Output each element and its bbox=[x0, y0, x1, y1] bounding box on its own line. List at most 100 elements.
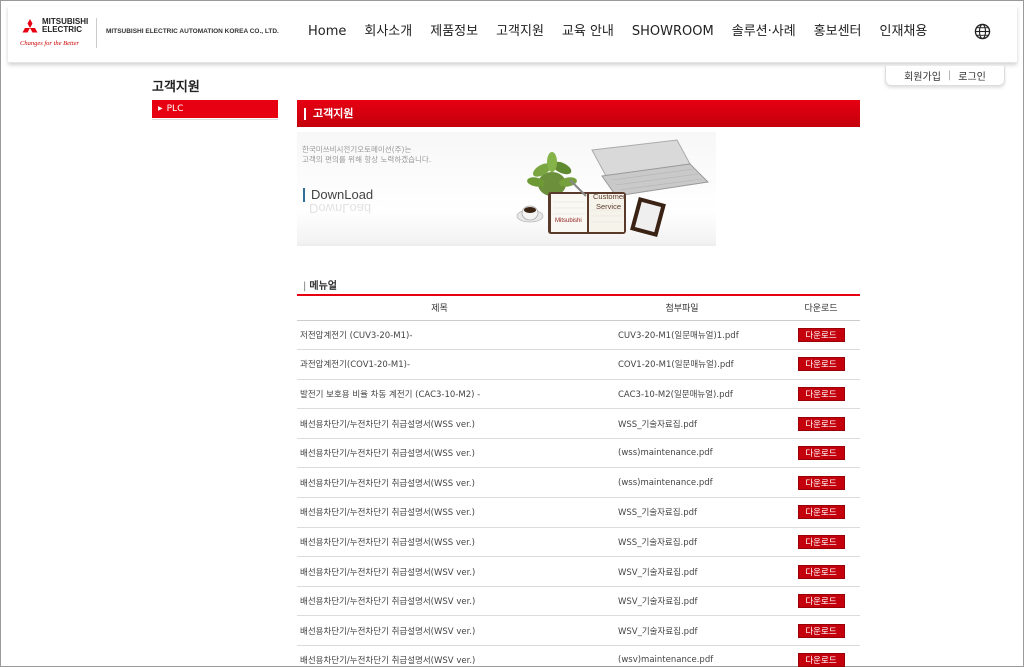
nav-products[interactable]: 제품정보 bbox=[430, 22, 478, 42]
row-file[interactable]: WSS_기술자료집.pdf bbox=[582, 527, 782, 558]
nav-solutions[interactable]: 솔루션·사례 bbox=[732, 22, 796, 42]
table-row: 배선용차단기/누전차단기 취급설명서(WSS ver.) WSS_기술자료집.pd… bbox=[297, 408, 860, 439]
download-cell: 다운로드 bbox=[782, 615, 860, 647]
download-button[interactable]: 다운로드 bbox=[797, 357, 845, 372]
download-cell: 다운로드 bbox=[782, 467, 860, 499]
banner-line-1: 한국미쓰비시전기오토메이션(주)는 bbox=[302, 145, 412, 154]
site-header: MITSUBISHI ELECTRIC Changes for the Bett… bbox=[8, 6, 1017, 63]
main-navigation: Home 회사소개 제품정보 고객지원 교육 안내 SHOWROOM 솔루션·사… bbox=[308, 22, 945, 42]
download-cell: 다운로드 bbox=[782, 586, 860, 617]
nav-careers[interactable]: 인재채용 bbox=[880, 22, 928, 42]
login-link[interactable]: 로그인 bbox=[958, 68, 986, 83]
row-title[interactable]: 배선용차단기/누전차단기 취급설명서(WSS ver.) bbox=[297, 527, 582, 558]
sidebar-item-label: PLC bbox=[166, 104, 184, 114]
download-cell: 다운로드 bbox=[782, 320, 860, 351]
download-button[interactable]: 다운로드 bbox=[797, 653, 845, 667]
table-row: 배선용차단기/누전차단기 취급설명서(WSV ver.) (wsv)mainten… bbox=[297, 645, 860, 667]
table-row: 배선용차단기/누전차단기 취급설명서(WSS ver.) WSS_기술자료집.pd… bbox=[297, 527, 860, 558]
download-button[interactable]: 다운로드 bbox=[797, 446, 845, 461]
section-title: 고객지원 bbox=[297, 100, 860, 127]
logo-text: MITSUBISHI ELECTRIC bbox=[42, 17, 89, 34]
nav-company[interactable]: 회사소개 bbox=[364, 22, 412, 42]
member-links: 회원가입 | 로그인 bbox=[885, 66, 1005, 86]
table-header-row: 제목 첨부파일 다운로드 bbox=[297, 295, 860, 321]
table-row: 과전압계전기(COV1-20-M1)- COV1-20-M1(일문매뉴얼).pdf… bbox=[297, 349, 860, 380]
company-name: MITSUBISHI ELECTRIC AUTOMATION KOREA CO.… bbox=[106, 28, 279, 35]
row-title[interactable]: 배선용차단기/누전차단기 취급설명서(WSS ver.) bbox=[297, 497, 582, 528]
card-line-1: Customer bbox=[593, 192, 626, 201]
banner-line-2: 고객의 편의를 위해 항상 노력하겠습니다. bbox=[302, 155, 432, 164]
row-title[interactable]: 저전압계전기 (CUV3-20-M1)- bbox=[297, 320, 582, 351]
title-pipe: | bbox=[303, 281, 307, 292]
logo-tagline: Changes for the Better bbox=[20, 40, 80, 47]
row-file[interactable]: WSS_기술자료집.pdf bbox=[582, 497, 782, 528]
table-row: 배선용차단기/누전차단기 취급설명서(WSS ver.) WSS_기술자료집.pd… bbox=[297, 497, 860, 528]
download-button[interactable]: 다운로드 bbox=[797, 327, 845, 342]
column-file: 첨부파일 bbox=[582, 295, 782, 321]
column-title: 제목 bbox=[297, 295, 582, 321]
table-row: 배선용차단기/누전차단기 취급설명서(WSV ver.) WSV_기술자료집.pd… bbox=[297, 586, 860, 617]
globe-icon[interactable] bbox=[974, 23, 991, 40]
row-file[interactable]: CAC3-10-M2(일문매뉴얼).pdf bbox=[582, 379, 782, 410]
nav-support[interactable]: 고객지원 bbox=[496, 22, 544, 42]
download-cell: 다운로드 bbox=[782, 408, 860, 439]
sidebar-divider bbox=[152, 119, 278, 120]
nav-training[interactable]: 교육 안내 bbox=[562, 22, 614, 42]
row-file[interactable]: (wss)maintenance.pdf bbox=[582, 438, 782, 469]
table-row: 발전기 보호용 비율 차동 계전기 (CAC3-10-M2) - CAC3-10-… bbox=[297, 379, 860, 410]
download-cell: 다운로드 bbox=[782, 556, 860, 587]
row-title[interactable]: 배선용차단기/누전차단기 취급설명서(WSV ver.) bbox=[297, 556, 582, 587]
join-link[interactable]: 회원가입 bbox=[904, 68, 941, 83]
card-brand: Mitsubishi bbox=[555, 218, 582, 224]
logo-wordmark: MITSUBISHI ELECTRIC bbox=[42, 18, 100, 34]
download-cell: 다운로드 bbox=[782, 438, 860, 469]
download-button[interactable]: 다운로드 bbox=[797, 416, 845, 431]
download-heading: DownLoad bbox=[303, 188, 373, 202]
row-title[interactable]: 배선용차단기/누전차단기 취급설명서(WSV ver.) bbox=[297, 586, 582, 617]
row-title[interactable]: 발전기 보호용 비율 차동 계전기 (CAC3-10-M2) - bbox=[297, 379, 582, 410]
row-file[interactable]: CUV3-20-M1(일문매뉴얼)1.pdf bbox=[582, 320, 782, 351]
list-title-text: 메뉴얼 bbox=[309, 281, 337, 292]
customer-service-illustration: Mitsubishi Customer Service bbox=[516, 139, 710, 238]
row-title[interactable]: 배선용차단기/누전차단기 취급설명서(WSV ver.) bbox=[297, 645, 582, 667]
row-file[interactable]: WSV_기술자료집.pdf bbox=[582, 586, 782, 617]
row-file[interactable]: WSV_기술자료집.pdf bbox=[582, 556, 782, 587]
table-row: 배선용차단기/누전차단기 취급설명서(WSV ver.) WSV_기술자료집.pd… bbox=[297, 556, 860, 587]
download-cell: 다운로드 bbox=[782, 349, 860, 380]
download-reflection: DownLoad bbox=[309, 201, 372, 216]
support-banner: 한국미쓰비시전기오토메이션(주)는 고객의 편의를 위해 항상 노력하겠습니다.… bbox=[297, 132, 716, 246]
banner-message: 한국미쓰비시전기오토메이션(주)는 고객의 편의를 위해 항상 노력하겠습니다. bbox=[302, 145, 431, 165]
row-file[interactable]: (wss)maintenance.pdf bbox=[582, 467, 782, 499]
table-row: 배선용차단기/누전차단기 취급설명서(WSS ver.) (wss)mainten… bbox=[297, 467, 860, 499]
download-button[interactable]: 다운로드 bbox=[797, 386, 845, 401]
download-button[interactable]: 다운로드 bbox=[797, 594, 845, 609]
member-divider: | bbox=[947, 70, 952, 81]
nav-showroom[interactable]: SHOWROOM bbox=[632, 22, 714, 42]
row-file[interactable]: WSV_기술자료집.pdf bbox=[582, 615, 782, 647]
download-button[interactable]: 다운로드 bbox=[797, 505, 845, 520]
mitsubishi-diamonds-icon bbox=[22, 19, 38, 33]
row-title[interactable]: 배선용차단기/누전차단기 취급설명서(WSS ver.) bbox=[297, 438, 582, 469]
download-button[interactable]: 다운로드 bbox=[797, 623, 845, 638]
download-button[interactable]: 다운로드 bbox=[797, 534, 845, 549]
download-cell: 다운로드 bbox=[782, 645, 860, 667]
sidebar-item-plc[interactable]: ▶ PLC bbox=[152, 100, 278, 118]
row-file[interactable]: WSS_기술자료집.pdf bbox=[582, 408, 782, 439]
nav-pr-center[interactable]: 홍보센터 bbox=[814, 22, 862, 42]
row-title[interactable]: 배선용차단기/누전차단기 취급설명서(WSS ver.) bbox=[297, 467, 582, 499]
list-title: | 메뉴얼 bbox=[303, 277, 337, 292]
download-button[interactable]: 다운로드 bbox=[797, 475, 845, 490]
row-title[interactable]: 배선용차단기/누전차단기 취급설명서(WSV ver.) bbox=[297, 615, 582, 647]
table-row: 저전압계전기 (CUV3-20-M1)- CUV3-20-M1(일문매뉴얼)1.p… bbox=[297, 320, 860, 351]
table-row: 배선용차단기/누전차단기 취급설명서(WSS ver.) (wss)mainten… bbox=[297, 438, 860, 469]
row-file[interactable]: COV1-20-M1(일문매뉴얼).pdf bbox=[582, 349, 782, 380]
download-button[interactable]: 다운로드 bbox=[797, 564, 845, 579]
column-download: 다운로드 bbox=[782, 295, 860, 321]
row-title[interactable]: 배선용차단기/누전차단기 취급설명서(WSS ver.) bbox=[297, 408, 582, 439]
row-title[interactable]: 과전압계전기(COV1-20-M1)- bbox=[297, 349, 582, 380]
row-file[interactable]: (wsv)maintenance.pdf bbox=[582, 645, 782, 667]
nav-home[interactable]: Home bbox=[308, 22, 346, 42]
download-cell: 다운로드 bbox=[782, 497, 860, 528]
company-logo[interactable]: MITSUBISHI ELECTRIC Changes for the Bett… bbox=[20, 16, 100, 54]
download-cell: 다운로드 bbox=[782, 527, 860, 558]
